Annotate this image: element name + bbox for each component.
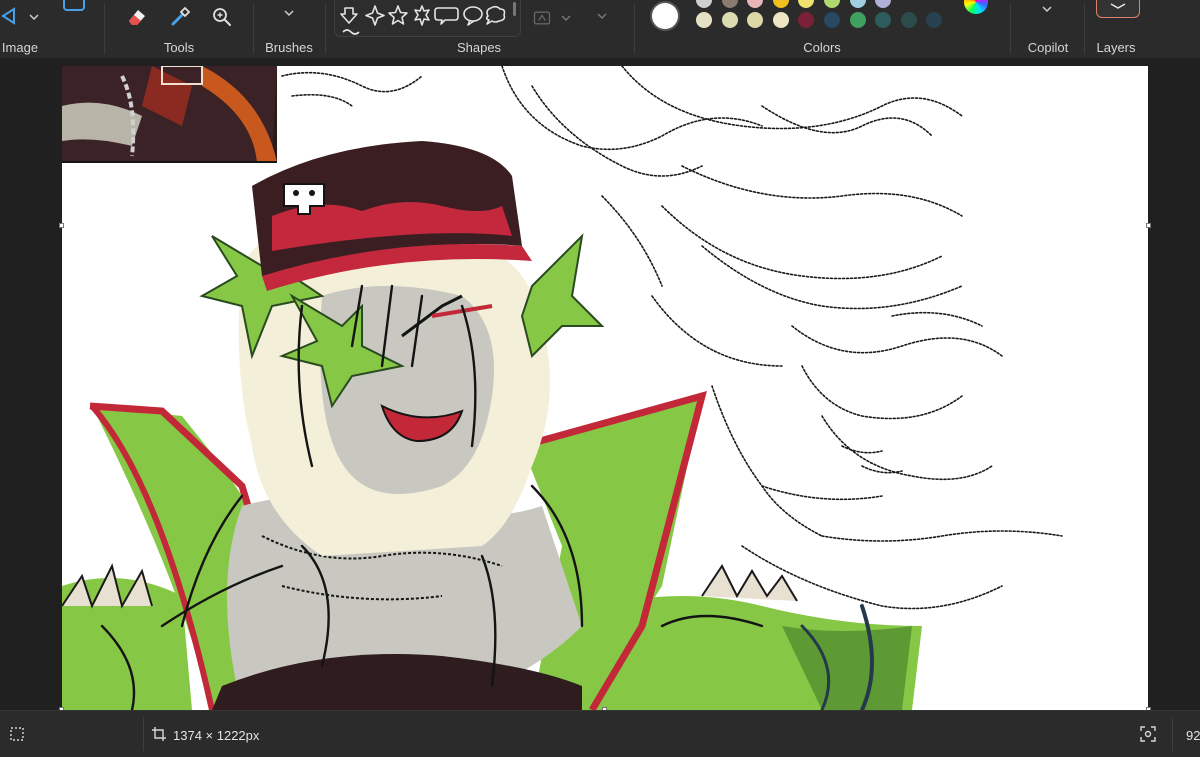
arrow-down-shape-icon — [340, 7, 358, 24]
canvas-size-readout: 1374 × 1222px — [173, 728, 260, 743]
shape-fill-icon[interactable] — [532, 8, 552, 28]
copilot-group-label: Copilot — [1027, 40, 1069, 55]
shapes-scrollbar[interactable] — [513, 2, 516, 16]
callout-rect-icon — [434, 7, 459, 25]
selection-size-icon[interactable] — [10, 727, 24, 741]
color-swatch[interactable] — [772, 12, 789, 28]
star5-shape-icon — [388, 5, 408, 25]
color-swatch[interactable] — [696, 0, 712, 8]
chevron-down-icon[interactable] — [1041, 3, 1053, 15]
divider — [325, 4, 326, 54]
canvas-size-icon — [152, 727, 166, 741]
star6-shape-icon — [414, 5, 430, 26]
brushes-group-label: Brushes — [265, 40, 313, 55]
tools-group: Tools — [105, 0, 253, 58]
resize-handle-left[interactable] — [59, 223, 64, 228]
resize-handle-right[interactable] — [1146, 223, 1151, 228]
color-swatch[interactable] — [824, 0, 840, 8]
image-icon[interactable] — [62, 0, 86, 14]
artwork — [62, 66, 1063, 710]
partial-shape-icon — [342, 29, 360, 35]
edit-colors-icon[interactable] — [964, 0, 988, 14]
image-group-label: Image — [1, 40, 39, 55]
callout-cloud-icon — [485, 5, 506, 25]
shapes-gallery[interactable] — [334, 0, 521, 37]
drawing-canvas[interactable] — [62, 66, 1148, 710]
color-swatch[interactable] — [696, 12, 712, 28]
color-swatch[interactable] — [747, 12, 764, 28]
chevron-down-icon[interactable] — [560, 12, 572, 24]
magnifier-icon[interactable] — [210, 5, 234, 29]
divider — [1172, 717, 1173, 751]
color-swatch[interactable] — [875, 12, 892, 28]
color-swatch[interactable] — [747, 0, 764, 8]
colors-group-label: Colors — [803, 40, 841, 55]
divider — [143, 717, 144, 751]
divider — [1084, 4, 1085, 54]
zoom-level[interactable]: 92 — [1186, 728, 1200, 743]
select-icon[interactable] — [0, 4, 24, 28]
shapes-group-label: Shapes — [456, 40, 502, 55]
layers-icon — [1110, 3, 1126, 9]
divider — [634, 4, 635, 54]
fit-to-window-icon[interactable] — [1140, 726, 1156, 742]
color-swatch[interactable] — [798, 0, 815, 8]
layers-group-label: Layers — [1096, 40, 1136, 55]
status-bar: 1374 × 1222px 92 — [0, 710, 1200, 757]
primary-color-swatch[interactable] — [652, 3, 678, 29]
star4-shape-icon — [365, 5, 385, 26]
workspace — [0, 58, 1200, 710]
brushes-group: Brushes — [254, 0, 324, 58]
color-swatch[interactable] — [849, 12, 866, 28]
color-picker-icon[interactable] — [168, 5, 192, 29]
color-swatch[interactable] — [849, 0, 866, 8]
chevron-down-icon[interactable] — [283, 7, 295, 19]
color-swatch[interactable] — [926, 12, 943, 28]
eraser-icon[interactable] — [125, 5, 149, 29]
fragment-top-left — [62, 66, 277, 163]
color-swatch[interactable] — [721, 0, 738, 8]
layers-button[interactable] — [1096, 0, 1140, 18]
image-group: Image — [0, 0, 85, 58]
divider — [1010, 4, 1011, 54]
ribbon-toolbar: Image Tools Brushes Shapes Colors Copilo… — [0, 0, 1200, 58]
color-swatch[interactable] — [875, 0, 892, 8]
tools-group-label: Tools — [163, 40, 195, 55]
color-swatch[interactable] — [798, 12, 815, 28]
chevron-down-icon[interactable] — [596, 10, 608, 22]
chevron-down-icon[interactable] — [28, 11, 40, 23]
color-swatch[interactable] — [824, 12, 840, 28]
color-swatch[interactable] — [772, 0, 789, 8]
color-swatch[interactable] — [721, 12, 738, 28]
color-swatch[interactable] — [900, 12, 917, 28]
shapes-gallery-icons — [340, 5, 506, 35]
character-face — [320, 286, 494, 494]
